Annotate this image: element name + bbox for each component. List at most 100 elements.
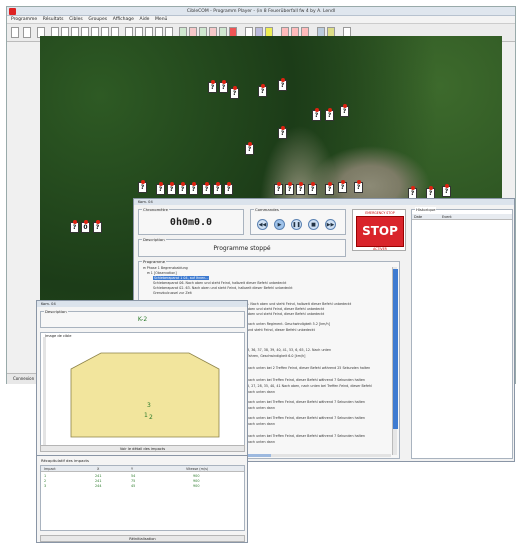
history-col-event[interactable]: Event (442, 215, 452, 219)
target-marker[interactable]: ? (338, 180, 347, 193)
target-marker[interactable]: ? (178, 182, 187, 195)
recap-col-y[interactable]: Y (131, 467, 133, 471)
tree-item[interactable]: ⊟ Phase 1 Begrenzbaldung (143, 266, 188, 270)
description-label: Description (142, 237, 166, 242)
tree-item[interactable]: nach unten bei Treffen Feind, dieser Bef… (247, 378, 365, 382)
reset-button[interactable]: Réinitialisation (40, 535, 245, 542)
tree-item[interactable]: nach unten bei Treffen Feind, dieser Bef… (247, 400, 365, 404)
recap-cell: 241 (95, 474, 102, 478)
tree-item[interactable]: nach unten dann (247, 406, 275, 410)
target-marker[interactable]: ? (325, 108, 334, 121)
forward-button[interactable]: ▶▶ (325, 219, 336, 230)
tree-item[interactable]: Fahren, Geschwindigkeit 6.0 [km/h] (247, 354, 305, 358)
tree-item[interactable]: Schieberaparat 02. 63. Nach oben und ste… (153, 286, 293, 290)
recap-cell: 900 (193, 474, 200, 478)
target-marker[interactable]: ? (278, 78, 287, 91)
target-marker[interactable]: ? (274, 182, 283, 195)
target-marker[interactable]: 0 (81, 220, 90, 233)
tree-item-selected[interactable]: Schieberaparat 1 04, auf Ihnen... (153, 276, 210, 280)
tree-item[interactable]: und steht Feind, dieser Befehl unbedeckt (247, 328, 315, 332)
recap-window: Récapitulatif des impacts Impact X Y Vit… (36, 455, 248, 543)
tree-item[interactable]: nach unten bei Treffen Feind, dieser Bef… (247, 434, 365, 438)
recap-cell: 1 (44, 474, 47, 478)
recap-cell: 900 (193, 484, 200, 488)
stop-small-button[interactable]: ■ (308, 219, 319, 230)
impact-detail-button[interactable]: Voir le détail des impacts (40, 445, 245, 452)
menu-cibles[interactable]: Cibles (69, 16, 83, 24)
target-marker[interactable]: ? (224, 182, 233, 195)
tree-item[interactable]: Schieberaparat 06. Nach oben und steht F… (153, 281, 286, 285)
target-marker[interactable]: ? (325, 182, 334, 195)
tree-item[interactable]: 5, 27, 28, 35, 40, 41 Nach oben, nach un… (247, 384, 372, 388)
recap-col-impact[interactable]: Impact (44, 467, 56, 471)
recap-col-speed[interactable]: Vitesse (m/s) (186, 467, 208, 471)
target-marker[interactable]: ? (156, 182, 165, 195)
target-marker[interactable]: ? (245, 142, 254, 155)
target-marker[interactable]: ? (202, 182, 211, 195)
tree-item[interactable]: ⊟ 1 [Observation] (147, 271, 177, 275)
impact-marker: 2 (149, 414, 153, 421)
recap-cell: 2 (44, 479, 47, 483)
tree-item[interactable]: nach unten bei Treffen Feind, dieser Bef… (247, 416, 365, 420)
commands-box: Commandes ◀◀ ▶ ❚❚ ■ ▶▶ (250, 207, 346, 235)
target-marker[interactable]: ? (213, 182, 222, 195)
target-marker[interactable]: ? (167, 182, 176, 195)
menu-programme[interactable]: Programme (11, 16, 37, 24)
tree-item[interactable]: oben und steht Feind, dieser Befehl unbe… (247, 307, 324, 311)
recap-cell: 54 (131, 474, 136, 478)
tree-item[interactable]: nach unten Regiment. Geschwindigkeit 5.2… (247, 322, 330, 326)
target-marker[interactable]: ? (189, 182, 198, 195)
recap-title: Récapitulatif des impacts (41, 458, 90, 463)
target-marker[interactable]: ? (70, 220, 79, 233)
pause-button[interactable]: ❚❚ (291, 219, 302, 230)
target-marker[interactable]: ? (230, 86, 239, 99)
menubar: Programme Résultats Cibles Groupes Affic… (7, 16, 515, 24)
target-marker[interactable]: ? (93, 220, 102, 233)
menu-affichage[interactable]: Affichage (113, 16, 134, 24)
target-marker[interactable]: ? (340, 104, 349, 117)
target-marker[interactable]: ? (285, 182, 294, 195)
chronometer-box: Chronomètre 0h0m0.0 (138, 207, 244, 235)
target-marker[interactable]: ? (258, 84, 267, 97)
emergency-stop-panel: EMERGENCY STOP STOP ACTIVER (352, 209, 406, 251)
menu-menu[interactable]: Menü (155, 16, 167, 24)
impact-window-title: Kom. 04 (37, 301, 247, 307)
target-marker[interactable]: ? (354, 180, 363, 193)
rewind-button[interactable]: ◀◀ (257, 219, 268, 230)
tree-item[interactable]: oben und steht Feind, dieser Befehl unbe… (247, 312, 324, 316)
impact-description-box: Description K-2 (40, 309, 245, 328)
target-marker[interactable]: ? (312, 108, 321, 121)
tree-item[interactable]: nach unten dann (247, 390, 275, 394)
recap-cell: 45 (131, 484, 136, 488)
target-image-box: Image de cible 3 1 2 (40, 332, 245, 452)
tree-item[interactable]: nach unten dann (247, 440, 275, 444)
target-marker[interactable]: ? (208, 80, 217, 93)
image-vscrollbar[interactable] (43, 337, 46, 447)
history-col-date[interactable]: Date (414, 215, 422, 219)
emergency-stop-button[interactable]: STOP (356, 216, 404, 247)
tree-item[interactable]: nach unten dann (247, 422, 275, 426)
history-panel: Historique Date Event (411, 207, 513, 459)
tool-icon[interactable] (23, 27, 31, 38)
menu-groupes[interactable]: Groupes (88, 16, 107, 24)
stop-square-icon: ■ (311, 222, 316, 228)
recap-col-x[interactable]: X (97, 467, 99, 471)
recap-cell: 241 (95, 479, 102, 483)
impact-description-value: K-2 (137, 316, 148, 323)
target-marker[interactable]: ? (442, 184, 451, 197)
tree-item[interactable]: nach unten bei 2 Treffen Feind, dieser B… (247, 366, 370, 370)
tree-item[interactable]: 3, 36, 37, 38, 39, 40, 41, 53, 6, 65, 12… (247, 348, 331, 352)
menu-resultats[interactable]: Résultats (43, 16, 64, 24)
menu-aide[interactable]: Aide (139, 16, 149, 24)
tree-item[interactable]: Grenzbulcussel zur Zeit (153, 291, 192, 295)
programme-scrollbar[interactable] (392, 267, 398, 455)
scrollbar-thumb[interactable] (393, 269, 398, 429)
target-marker[interactable]: ? (278, 126, 287, 139)
tool-icon[interactable] (11, 27, 19, 38)
target-marker[interactable]: ? (138, 180, 147, 193)
target-marker[interactable]: ? (296, 182, 305, 195)
target-marker[interactable]: ? (219, 80, 228, 93)
tree-item[interactable]: t. Nach oben und steht Feind, halbzeit d… (247, 302, 351, 306)
play-button[interactable]: ▶ (274, 219, 285, 230)
target-marker[interactable]: ? (308, 182, 317, 195)
